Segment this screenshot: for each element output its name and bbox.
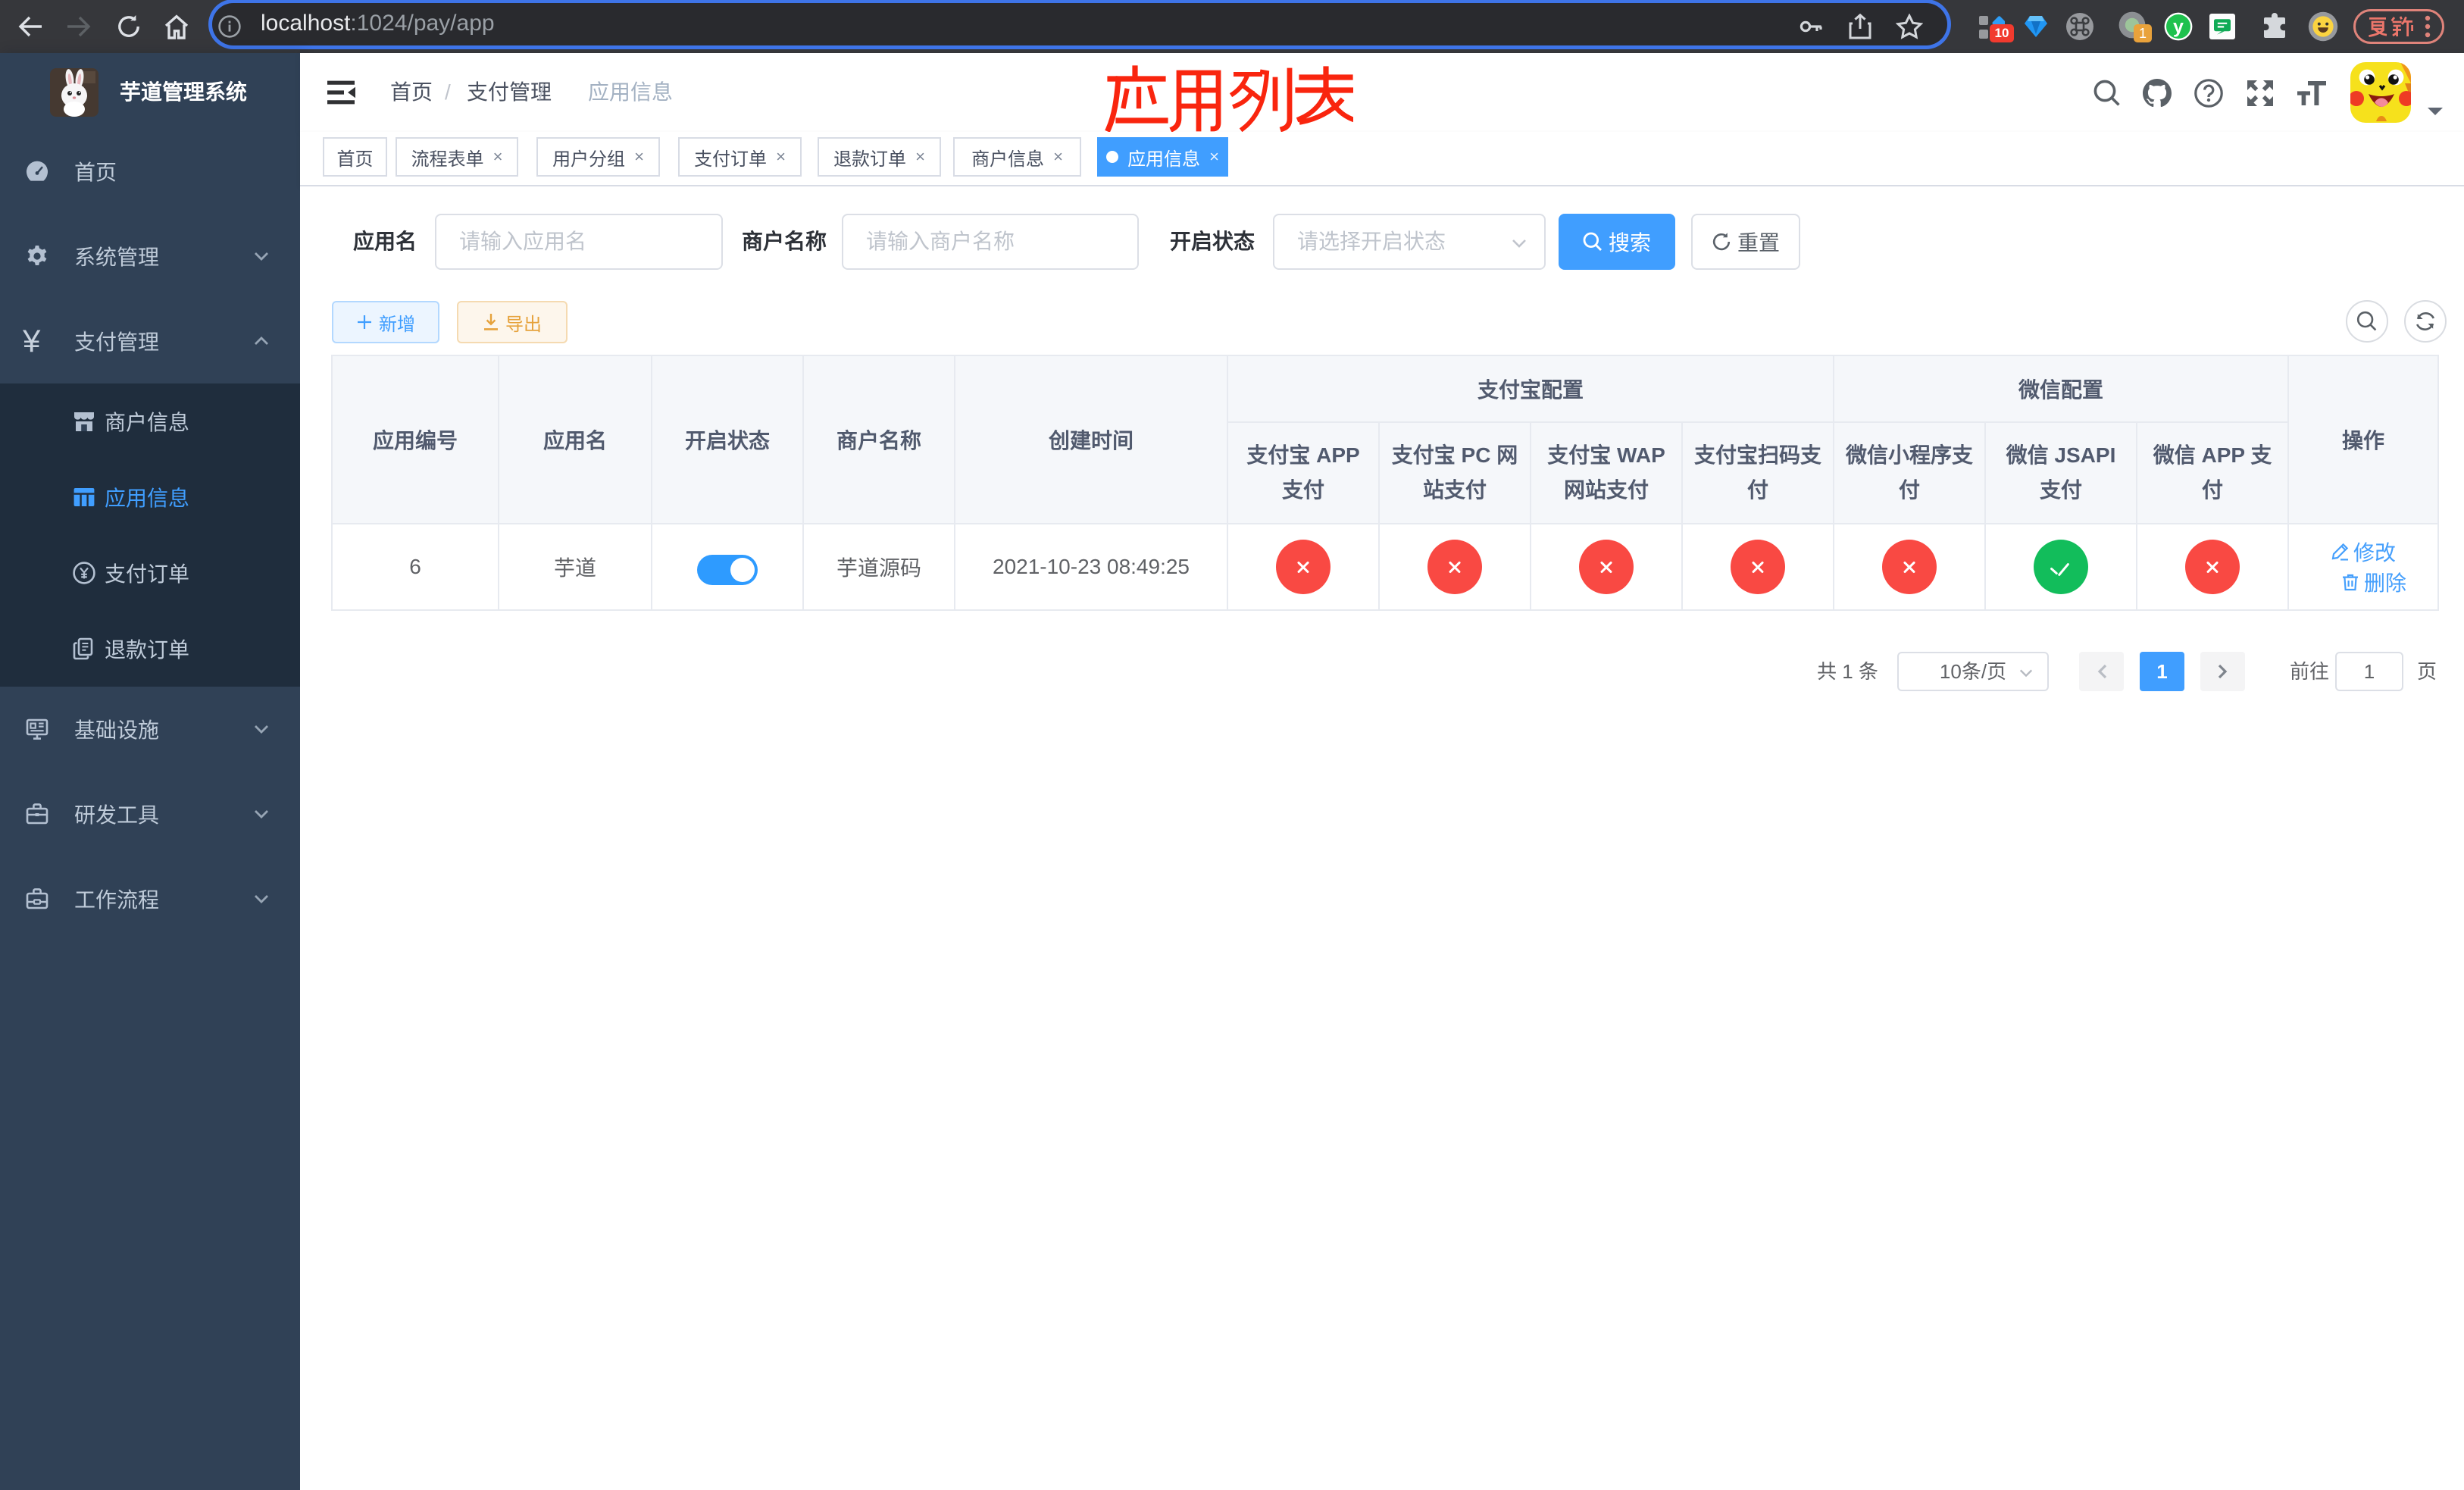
- svg-text:y: y: [2173, 17, 2184, 38]
